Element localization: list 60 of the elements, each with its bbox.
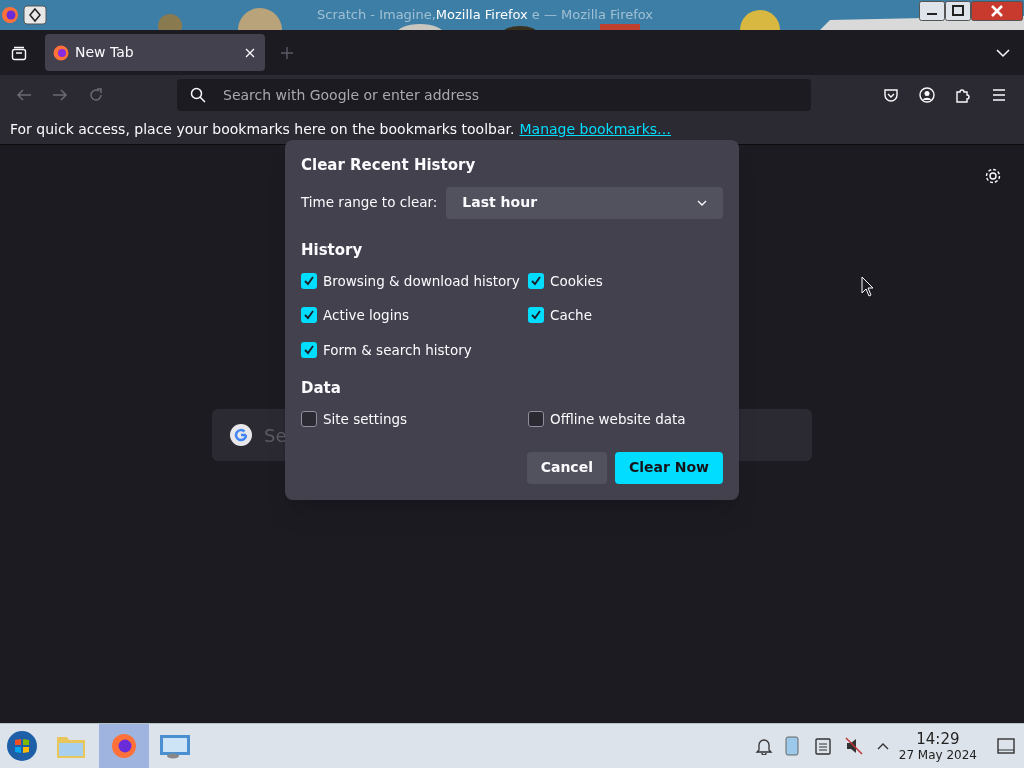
account-icon[interactable] [919, 87, 935, 103]
section-heading: Data [301, 377, 342, 399]
firefox-icon [1, 6, 19, 24]
pocket-icon[interactable] [883, 87, 899, 103]
checkbox-label[interactable]: Form & search history [323, 339, 472, 360]
checkbox[interactable] [301, 273, 317, 290]
section-heading: History [301, 239, 364, 261]
window-title: Mozilla Firefox [435, 6, 528, 25]
search-icon [190, 87, 206, 103]
monitor-icon[interactable] [159, 733, 191, 759]
firefox-icon [110, 732, 138, 760]
checkbox-label[interactable]: Cookies [550, 271, 603, 292]
checkbox-label[interactable]: Site settings [323, 409, 408, 430]
close-icon[interactable] [971, 1, 1023, 21]
checkbox[interactable] [528, 307, 544, 324]
address-field[interactable]: Search with Google or enter address [177, 79, 811, 111]
checkbox[interactable] [301, 341, 317, 358]
dialog-title: Clear Recent History [301, 155, 477, 176]
start-orb-icon[interactable] [6, 730, 38, 762]
firefox-icon [53, 44, 69, 61]
minimize-icon[interactable] [919, 1, 945, 21]
clock-time: 14:29 [916, 731, 960, 747]
window-menu-icon[interactable] [23, 5, 47, 25]
mouse-pointer-icon [861, 276, 875, 298]
clear-now-button[interactable]: Clear Now [614, 451, 723, 484]
chevron-down-icon[interactable] [996, 47, 1010, 58]
clipboard-icon[interactable] [814, 737, 831, 755]
bookmarks-message: For quick access, place your bookmarks here on the bookmarks toolbar. [10, 120, 515, 139]
checkbox[interactable] [301, 307, 317, 324]
chevron-up-icon[interactable] [876, 742, 889, 750]
clock-date: 27 May 2024 [898, 748, 977, 761]
back-arrow-icon[interactable] [16, 87, 32, 103]
checkbox[interactable] [528, 411, 544, 428]
window-title: e — Mozilla Firefox [531, 6, 654, 25]
checkbox-label[interactable]: Browsing & download history [323, 271, 520, 292]
cancel-button[interactable]: Cancel [526, 451, 607, 484]
firefox-taskbar-button[interactable] [99, 724, 149, 768]
checkbox-label[interactable]: Offline website data [550, 409, 686, 430]
extensions-icon[interactable] [955, 87, 971, 103]
checkbox-label[interactable]: Cache [550, 305, 592, 326]
time-range-label: Time range to clear: [301, 193, 438, 213]
tab-list-icon[interactable] [11, 44, 27, 61]
reload-icon[interactable] [88, 87, 104, 103]
checkbox[interactable] [528, 273, 544, 290]
google-icon [229, 423, 253, 447]
settings-icon[interactable] [984, 167, 1002, 185]
bell-icon[interactable] [754, 737, 773, 755]
manage-bookmarks-link[interactable]: Manage bookmarks… [519, 119, 672, 140]
chevron-down-icon [697, 199, 707, 206]
maximize-icon[interactable] [945, 1, 971, 21]
window-title: Scratch - Imagine, [317, 6, 436, 25]
forward-arrow-icon[interactable] [52, 87, 68, 103]
checkbox-label[interactable]: Active logins [323, 305, 409, 326]
menu-icon[interactable] [991, 87, 1007, 103]
time-range-dropdown[interactable]: Last hour [446, 186, 723, 219]
checkbox[interactable] [301, 411, 317, 428]
speaker-muted-icon[interactable] [844, 737, 863, 755]
tab[interactable]: New Tab [45, 34, 265, 71]
tablet-icon[interactable] [784, 736, 799, 756]
show-desktop-icon[interactable] [997, 738, 1015, 754]
